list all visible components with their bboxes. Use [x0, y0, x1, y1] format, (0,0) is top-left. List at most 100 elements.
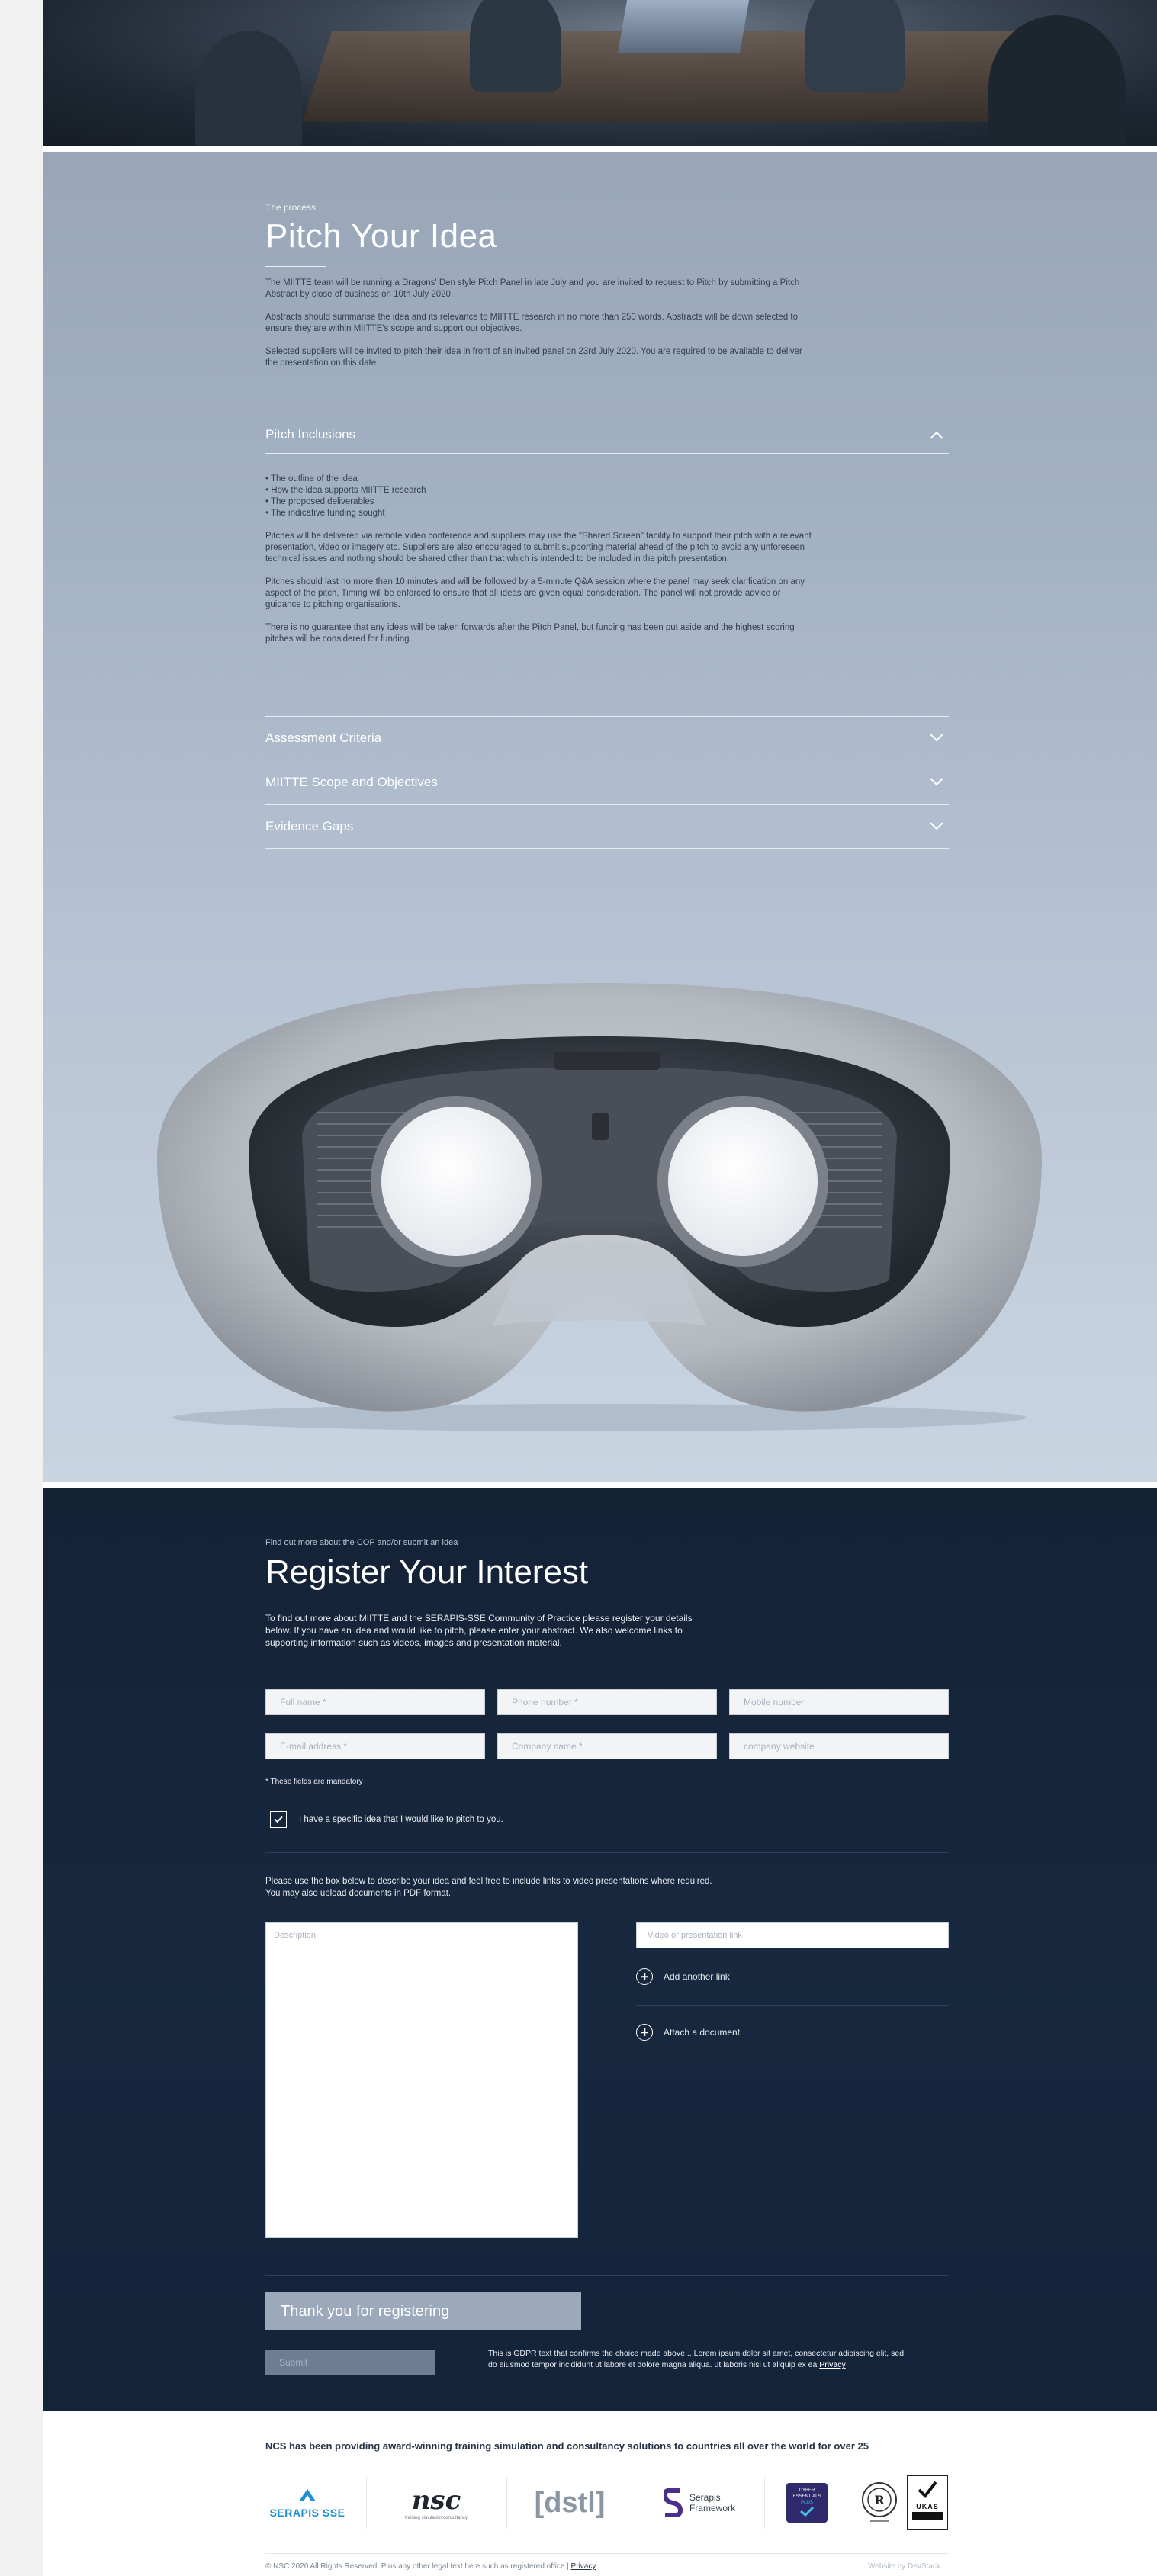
process-paragraph: Selected suppliers will be invited to pi… [265, 347, 802, 368]
accordion-header-evidence-gaps[interactable]: Evidence Gaps [265, 805, 949, 849]
tick-icon [800, 2506, 815, 2517]
page-title: Pitch Your Idea [265, 217, 497, 255]
add-link-label: Add another link [664, 1971, 730, 1982]
dstl-logo: [dstl] [520, 2477, 619, 2529]
video-link-input[interactable]: Video or presentation link [636, 1922, 949, 1948]
plus-circle-icon [636, 2024, 653, 2041]
register-section: Find out more about the COP and/or submi… [43, 1488, 1157, 2411]
checkbox-label: I have a specific idea that I would like… [299, 1815, 503, 1824]
logo-divider [764, 2477, 765, 2529]
accordion-collapsed: Assessment Criteria MIITTE Scope and Obj… [265, 716, 949, 853]
checkmark-icon [274, 1813, 283, 1823]
title-rule [265, 266, 326, 267]
hero-photo [43, 0, 1157, 146]
accordion-label: Pitch Inclusions [265, 426, 356, 442]
logo-divider [366, 2477, 367, 2529]
submit-button[interactable]: Submit [265, 2350, 435, 2375]
accordion-label: Assessment Criteria [265, 731, 382, 745]
process-eyebrow: The process [265, 202, 317, 213]
website-field[interactable]: company website [729, 1733, 949, 1759]
chevron-down-icon [930, 728, 943, 742]
register-title: Register Your Interest [265, 1553, 589, 1591]
attach-document-button[interactable]: Attach a document [636, 2024, 740, 2041]
accordion-header-scope-objectives[interactable]: MIITTE Scope and Objectives [265, 760, 949, 805]
accordion-label: MIITTE Scope and Objectives [265, 774, 438, 789]
accordion-panel-pitch-inclusions: • The outline of the idea • How the idea… [265, 474, 815, 645]
framework-line: Serapis [689, 2492, 721, 2503]
cyber-line: ESSENTIALS [792, 2494, 821, 2499]
gdpr-line: do eiusmod tempor incididunt ut labore e… [488, 2360, 818, 2369]
accordion-header-pitch-inclusions[interactable]: Pitch Inclusions [265, 416, 949, 454]
serapis-sse-logo: SERAPIS SSE [265, 2477, 349, 2529]
bullet-item: • The proposed deliverables [265, 497, 374, 506]
bullet-item: • The indicative funding sought [265, 509, 385, 518]
plus-circle-icon [636, 1968, 653, 1985]
pitch-paragraph: There is no guarantee that any ideas wil… [265, 623, 795, 644]
person-silhouette [470, 0, 561, 92]
logo-divider [506, 2477, 507, 2529]
laptop-image [617, 0, 750, 53]
ukas-logo: UKAS [906, 2475, 949, 2530]
register-intro-line: supporting information such as videos, i… [265, 1637, 562, 1648]
crown-tick-icon [918, 2481, 937, 2499]
registered-seal-logo: R [853, 2477, 906, 2529]
copyright: © NSC 2020 All Rights Reserved. Plus any… [265, 2562, 596, 2571]
bullet-item: • The outline of the idea [265, 474, 358, 483]
register-intro-line: To find out more about MIITTE and the SE… [265, 1613, 693, 1624]
register-eyebrow: Find out more about the COP and/or submi… [265, 1538, 458, 1547]
divider [265, 1852, 949, 1853]
gdpr-line: This is GDPR text that confirms the choi… [488, 2349, 905, 2358]
cyber-essentials-logo: CYBER ESSENTIALS PLUS [776, 2477, 837, 2529]
copyright-text: © NSC 2020 All Rights Reserved. Plus any… [265, 2562, 569, 2571]
site-credit[interactable]: Website by DevStack [868, 2562, 940, 2571]
mobile-field[interactable]: Mobile number [729, 1689, 949, 1715]
serapis-mark-icon [299, 2488, 316, 2501]
nsc-logo: nsc training simulation consultancy [383, 2477, 490, 2529]
pitch-paragraph: Pitches will be delivered via remote vid… [265, 532, 812, 564]
chevron-up-icon [930, 431, 943, 445]
serapis-logo-text: SERAPIS SSE [269, 2506, 345, 2519]
footer-privacy-link[interactable]: Privacy [571, 2562, 596, 2571]
registered-seal-icon: R [862, 2482, 897, 2522]
phone-field[interactable]: Phone number * [497, 1689, 717, 1715]
email-field[interactable]: E-mail address * [265, 1733, 485, 1759]
process-paragraph: The MIITTE team will be running a Dragon… [265, 278, 800, 299]
register-intro-line: below. If you have an idea and would lik… [265, 1625, 683, 1636]
company-field[interactable]: Company name * [497, 1733, 717, 1759]
serapis-framework-logo: Serapis Framework [650, 2477, 749, 2529]
chevron-down-icon [930, 816, 943, 830]
pitch-paragraph: Pitches should last no more than 10 minu… [265, 577, 805, 609]
accordion-label: Evidence Gaps [265, 818, 354, 834]
register-content: Find out more about the COP and/or submi… [265, 1538, 949, 2377]
attach-label: Attach a document [664, 2027, 741, 2038]
process-paragraph: Abstracts should summarise the idea and … [265, 313, 799, 333]
person-silhouette [805, 0, 905, 92]
footer: NCS has been providing award-winning tra… [43, 2411, 1157, 2576]
ukas-text: UKAS [916, 2503, 939, 2510]
cyber-line: CYBER [799, 2488, 815, 2493]
chevron-down-icon [930, 772, 943, 785]
full-name-field[interactable]: Full name * [265, 1689, 485, 1715]
privacy-link[interactable]: Privacy [819, 2360, 845, 2369]
svg-text:R: R [874, 2493, 885, 2507]
accordion-header-assessment-criteria[interactable]: Assessment Criteria [265, 716, 949, 760]
process-section: The process Pitch Your Idea The MIITTE t… [43, 152, 1157, 1482]
add-link-button[interactable]: Add another link [636, 1968, 730, 1985]
thank-you-banner: Thank you for registering [265, 2292, 581, 2330]
page: The process Pitch Your Idea The MIITTE t… [43, 0, 1157, 2576]
framework-s-icon [663, 2488, 683, 2517]
footer-divider [265, 2553, 949, 2554]
process-content: The process Pitch Your Idea The MIITTE t… [265, 202, 949, 369]
person-silhouette [988, 15, 1126, 146]
bullet-item: • How the idea supports MIITTE research [265, 486, 426, 495]
divider [265, 2275, 949, 2276]
footer-tagline: NCS has been providing award-winning tra… [265, 2440, 869, 2452]
cyber-line: PLUS [801, 2501, 813, 2505]
person-silhouette [195, 31, 302, 146]
upload-instructions: You may also upload documents in PDF for… [265, 1889, 452, 1898]
pitch-idea-checkbox[interactable] [270, 1811, 287, 1828]
nsc-logo-sub: training simulation consultancy [405, 2516, 468, 2520]
dstl-logo-text: [dstl] [534, 2486, 606, 2519]
description-textarea[interactable]: Description [265, 1922, 578, 2238]
vr-headset-image [157, 983, 1042, 1431]
